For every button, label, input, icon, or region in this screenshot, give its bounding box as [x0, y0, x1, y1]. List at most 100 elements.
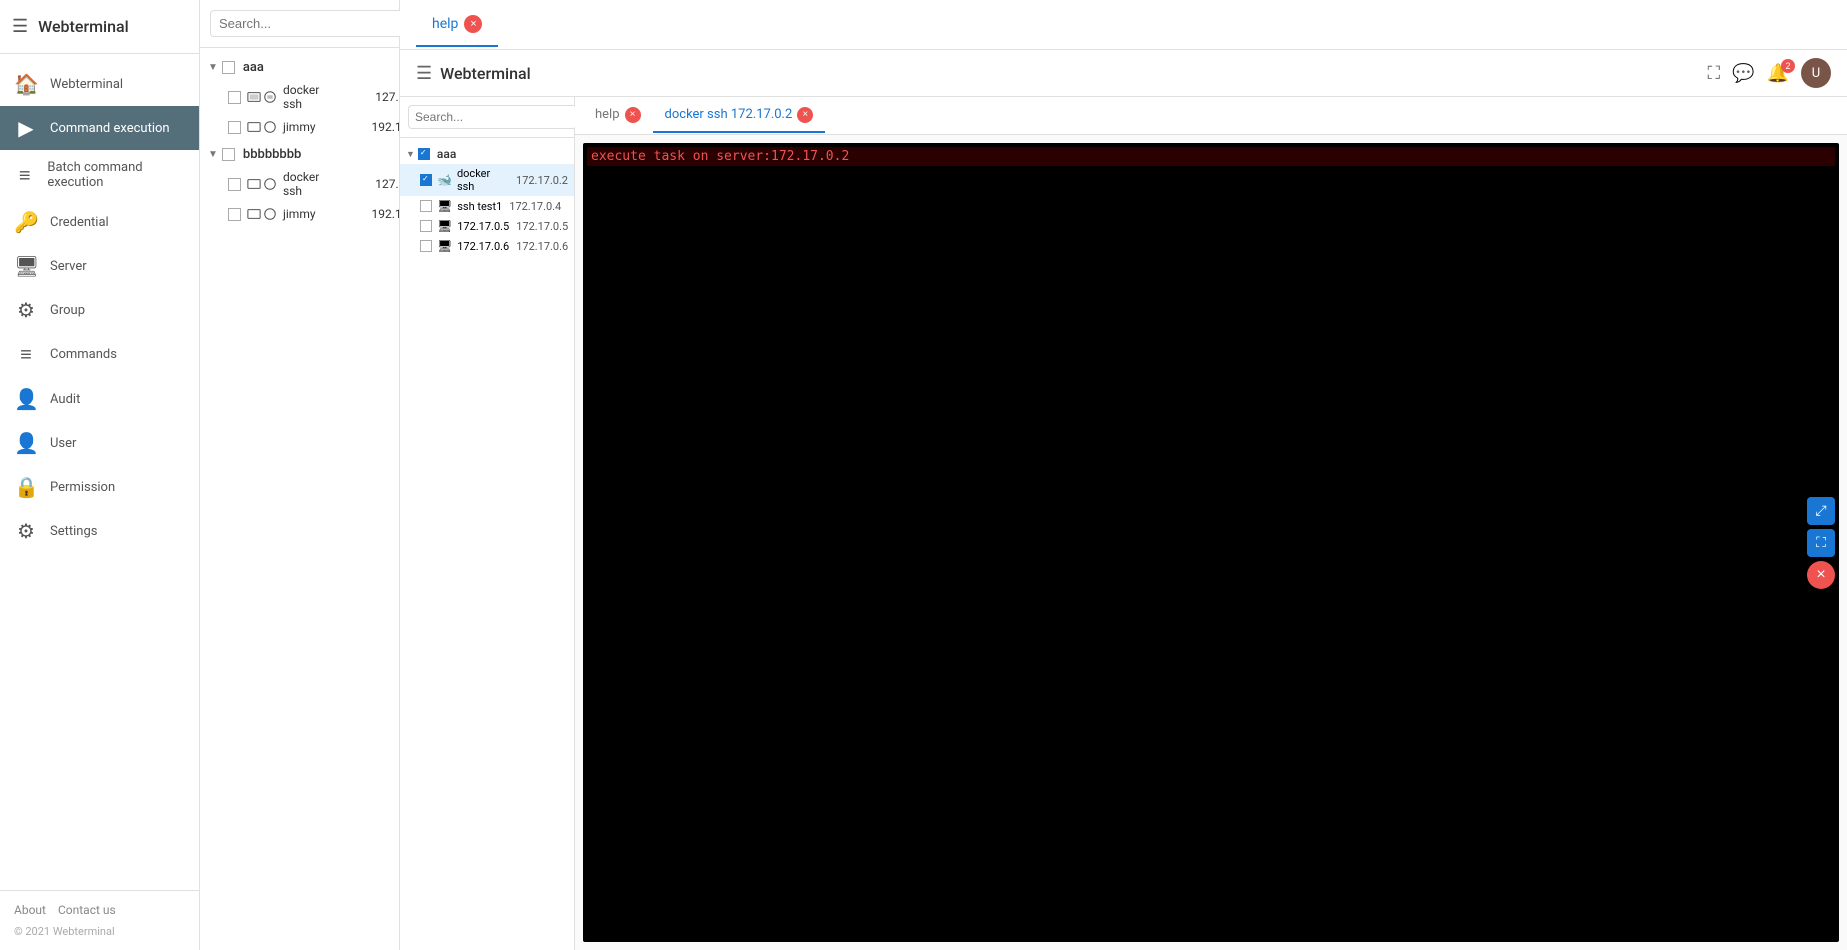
sidebar-item-group[interactable]: ⚙ Group: [0, 288, 199, 332]
server-icon: 🖥: [14, 254, 38, 278]
terminal-expand-button[interactable]: ⤢: [1807, 497, 1835, 525]
lt-group-name-aaa: aaa: [437, 147, 456, 161]
tab-close-help[interactable]: ×: [464, 15, 482, 33]
terminal-tab-label-docker-ssh: docker ssh 172.17.0.2: [665, 107, 793, 122]
terminal-tab-docker-ssh[interactable]: docker ssh 172.17.0.2 ×: [653, 99, 826, 133]
group-icon: ⚙: [14, 298, 38, 322]
lt-ip-172-5: 172.17.0.5: [516, 220, 568, 233]
group-name-bbbbbbbb: bbbbbbbb: [243, 147, 301, 162]
terminal-fullscreen-button[interactable]: ⛶: [1807, 529, 1835, 557]
lt-cb-172-5[interactable]: [420, 220, 432, 232]
item-ip-aaa-jimmy: 192.168.18.10: [328, 120, 399, 134]
lt-group-cb-aaa[interactable]: [418, 148, 430, 160]
chat-button[interactable]: 💬: [1732, 63, 1754, 84]
terminal-body[interactable]: execute task on server:172.17.0.2 ⤢ ⛶ ×: [583, 143, 1839, 942]
sidebar-item-permission[interactable]: 🔒 Permission: [0, 465, 199, 509]
sidebar-label-webterminal: Webterminal: [50, 77, 123, 92]
hamburger-icon[interactable]: ☰: [12, 16, 28, 37]
left-tree-panel: 🔍 ▼ aaa 🐋 docker ssh 172.17.0.2: [400, 97, 575, 950]
fullscreen-button[interactable]: ⛶: [1708, 63, 1721, 84]
lt-group-header-aaa[interactable]: ▼ aaa: [400, 144, 574, 164]
sidebar-item-webterminal[interactable]: 🏠 Webterminal: [0, 62, 199, 106]
terminal-tab-close-docker-ssh[interactable]: ×: [797, 107, 813, 123]
sidebar-item-audit[interactable]: 👤 Audit: [0, 377, 199, 421]
tab-help[interactable]: help ×: [416, 3, 498, 47]
item-name-bbb-docker: docker ssh: [283, 170, 319, 198]
lt-ip-sshtest1: 172.17.0.4: [509, 200, 561, 213]
item-ip-aaa-docker: 127.0.0.1: [331, 90, 399, 104]
lt-icon-docker-172-2: 🐋: [437, 173, 452, 187]
left-tree-content: ▼ aaa 🐋 docker ssh 172.17.0.2 🖥 ssh test…: [400, 138, 574, 950]
item-checkbox-aaa-docker[interactable]: [228, 91, 241, 104]
inner-menu-icon[interactable]: ☰: [416, 63, 432, 84]
item-checkbox-bbb-docker[interactable]: [228, 178, 241, 191]
tree-item-aaa-docker[interactable]: docker ssh 127.0.0.1: [200, 79, 399, 115]
sidebar-label-group: Group: [50, 303, 85, 318]
item-name-aaa-docker: docker ssh: [283, 83, 319, 111]
lt-icon-172-5: 🖥: [437, 219, 452, 233]
left-tree-search-bar: 🔍: [400, 97, 574, 138]
item-icons-bbb-jimmy: [247, 207, 277, 221]
toggle-icon-aaa: ▼: [208, 62, 218, 73]
terminal-tab-close-help[interactable]: ×: [625, 107, 641, 123]
lt-item-172-6[interactable]: 🖥 172.17.0.6 172.17.0.6: [400, 236, 574, 256]
sidebar-item-command-execution[interactable]: ▶ Command execution: [0, 106, 199, 150]
tree-group-bbbbbbbb: ▼ bbbbbbbb docker ssh 127.0.0.1: [200, 143, 399, 226]
sidebar-label-commands: Commands: [50, 347, 117, 362]
sidebar-item-batch-command[interactable]: ≡ Batch command execution: [0, 150, 199, 200]
sidebar-item-settings[interactable]: ⚙ Settings: [0, 509, 199, 553]
tree-group-header-bbbbbbbb[interactable]: ▼ bbbbbbbb: [200, 143, 399, 166]
lt-toggle-aaa: ▼: [406, 149, 415, 160]
lt-item-sshtest1-172-4[interactable]: 🖥 ssh test1 172.17.0.4: [400, 196, 574, 216]
mid-search-bar: 🔍: [200, 0, 399, 48]
lt-name-172-5: 172.17.0.5: [457, 220, 509, 233]
group-checkbox-bbbbbbbb[interactable]: [222, 148, 235, 161]
lt-item-docker-172-2[interactable]: 🐋 docker ssh 172.17.0.2: [400, 164, 574, 196]
tabs-bar: help ×: [400, 0, 1847, 50]
lt-cb-docker-172-2[interactable]: [420, 174, 432, 186]
terminal-area: help × docker ssh 172.17.0.2 × execute t…: [575, 97, 1847, 950]
about-link[interactable]: About: [14, 903, 46, 917]
item-checkbox-bbb-jimmy[interactable]: [228, 208, 241, 221]
user-avatar[interactable]: U: [1801, 58, 1831, 88]
group-checkbox-aaa[interactable]: [222, 61, 235, 74]
play-icon: ▶: [14, 116, 38, 140]
sidebar-label-audit: Audit: [50, 392, 80, 407]
left-tree-search-input[interactable]: [408, 105, 577, 129]
item-checkbox-aaa-jimmy[interactable]: [228, 121, 241, 134]
item-icons-bbb-docker: [247, 177, 277, 191]
contact-link[interactable]: Contact us: [58, 903, 116, 917]
lt-item-172-5[interactable]: 🖥 172.17.0.5 172.17.0.5: [400, 216, 574, 236]
tree-item-aaa-jimmy[interactable]: jimmy 192.168.18.10: [200, 115, 399, 139]
terminal-close-button[interactable]: ×: [1807, 561, 1835, 589]
sidebar-item-user[interactable]: 👤 User: [0, 421, 199, 465]
lt-cb-172-6[interactable]: [420, 240, 432, 252]
tree-item-bbb-jimmy[interactable]: jimmy 192.168.18.10: [200, 202, 399, 226]
sidebar-label-user: User: [50, 436, 76, 451]
sidebar-item-server[interactable]: 🖥 Server: [0, 244, 199, 288]
mid-search-input[interactable]: [210, 10, 404, 37]
group-name-aaa: aaa: [243, 60, 264, 75]
commands-icon: ≡: [14, 342, 38, 367]
notification-badge: 2: [1781, 59, 1795, 73]
sidebar-item-commands[interactable]: ≡ Commands: [0, 332, 199, 377]
home-icon: 🏠: [14, 72, 38, 96]
sidebar-app-title: Webterminal: [38, 17, 129, 36]
item-ip-bbb-jimmy: 192.168.18.10: [328, 207, 399, 221]
tree-group-aaa: ▼ aaa docker ssh 127.0.0.1: [200, 56, 399, 139]
sidebar-footer: About Contact us © 2021 Webterminal: [0, 890, 199, 950]
terminal-tabs: help × docker ssh 172.17.0.2 ×: [575, 97, 1847, 135]
terminal-tab-help[interactable]: help ×: [583, 99, 653, 133]
inner-header-right: ⛶ 💬 🔔 2 U: [1708, 58, 1831, 88]
sidebar-item-credential[interactable]: 🔑 Credential: [0, 200, 199, 244]
notification-button[interactable]: 🔔 2: [1767, 63, 1789, 84]
item-icons-aaa-docker: [247, 90, 277, 104]
lt-name-sshtest1: ssh test1: [457, 200, 502, 213]
tree-group-header-aaa[interactable]: ▼ aaa: [200, 56, 399, 79]
copyright: © 2021 Webterminal: [14, 925, 185, 938]
lt-ip-docker-172-2: 172.17.0.2: [516, 174, 568, 187]
mid-tree-container: ▼ aaa docker ssh 127.0.0.1: [200, 48, 399, 950]
tree-item-bbb-docker[interactable]: docker ssh 127.0.0.1: [200, 166, 399, 202]
sidebar: ☰ Webterminal 🏠 Webterminal ▶ Command ex…: [0, 0, 200, 950]
lt-cb-sshtest1-172-4[interactable]: [420, 200, 432, 212]
